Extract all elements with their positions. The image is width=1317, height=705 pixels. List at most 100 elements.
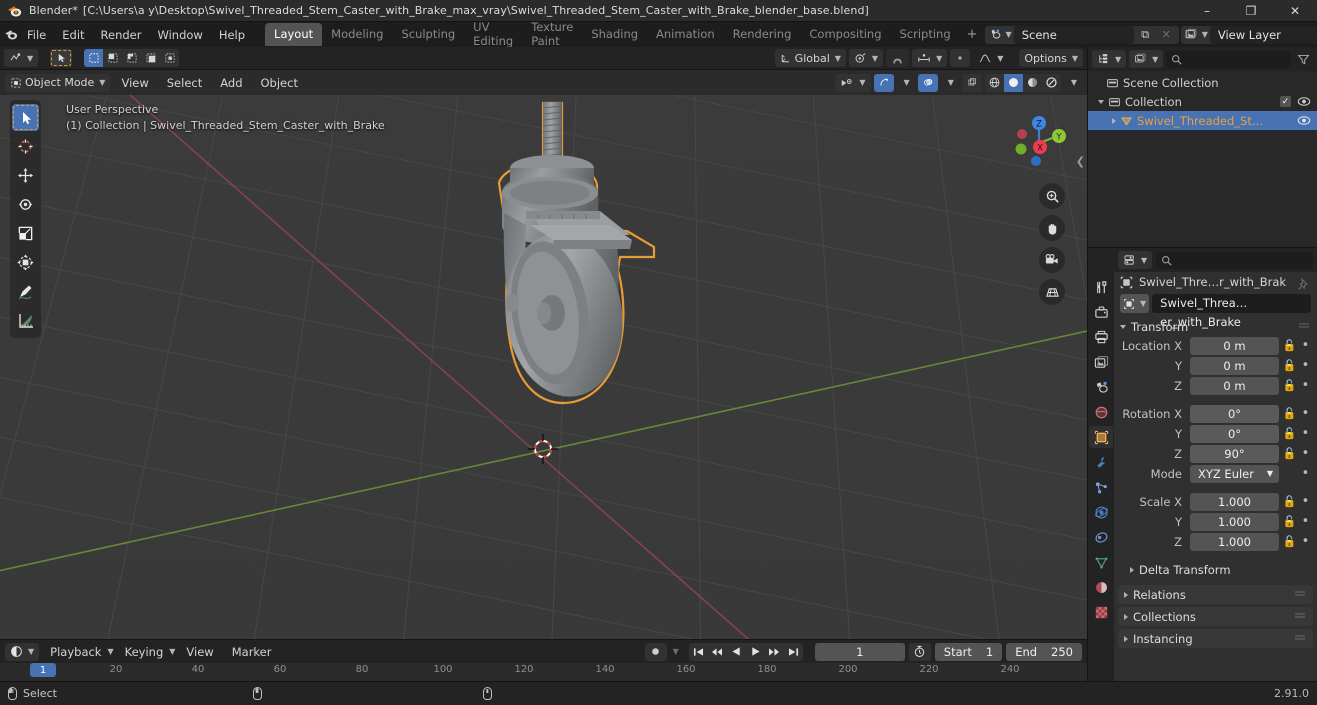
expand-triangle-icon[interactable] xyxy=(1124,613,1128,620)
scale-x-field[interactable]: 1.000 xyxy=(1190,492,1279,511)
expand-triangle-icon[interactable] xyxy=(1124,635,1128,642)
timeline-menu-view[interactable]: View xyxy=(179,643,220,661)
camera-view-icon[interactable] xyxy=(1039,247,1065,273)
expand-triangle-icon[interactable] xyxy=(1124,591,1128,598)
rotation-mode-dropdown[interactable]: XYZ Euler ▼ xyxy=(1190,464,1279,483)
lock-open-icon[interactable]: 🔓 xyxy=(1283,495,1297,508)
timeline-transport-controls[interactable] xyxy=(688,642,803,661)
object-mode-selector[interactable]: Object Mode ▼ xyxy=(5,73,111,92)
expand-triangle-icon[interactable] xyxy=(1120,324,1126,329)
play-icon[interactable] xyxy=(746,643,765,661)
render-tab-icon[interactable] xyxy=(1089,301,1113,323)
location-x-field[interactable]: 0 m xyxy=(1190,336,1279,355)
blender-menu-icon[interactable] xyxy=(4,25,19,45)
material-tab-icon[interactable] xyxy=(1089,576,1113,598)
add-workspace-button[interactable]: + xyxy=(960,27,985,42)
object-type-selector[interactable]: ▼ xyxy=(1120,294,1150,313)
location-y-field[interactable]: 0 m xyxy=(1190,356,1279,375)
expand-triangle-icon[interactable] xyxy=(1112,117,1116,124)
lock-open-icon[interactable]: 🔓 xyxy=(1283,515,1297,528)
frame-end-field[interactable]: End 250 xyxy=(1006,642,1082,661)
overlay-options-selector[interactable]: ▼ xyxy=(941,74,959,92)
view-layer-name[interactable]: View Layer xyxy=(1209,25,1317,44)
tool-transform[interactable] xyxy=(12,249,39,276)
properties-editor-type-selector[interactable]: ▼ xyxy=(1118,251,1153,269)
texture-tab-icon[interactable] xyxy=(1089,601,1113,623)
menu-window[interactable]: Window xyxy=(149,25,210,45)
outliner-row-object[interactable]: Swivel_Threaded_St… xyxy=(1088,111,1317,130)
show-gizmo-toggle[interactable] xyxy=(873,73,894,92)
particles-tab-icon[interactable] xyxy=(1089,476,1113,498)
lock-open-icon[interactable]: 🔓 xyxy=(1283,427,1297,440)
workspace-tab-scripting[interactable]: Scripting xyxy=(891,23,960,46)
viewport-navigation-gizmo[interactable]: Z Y X xyxy=(1006,107,1072,173)
lock-open-icon[interactable]: 🔓 xyxy=(1283,359,1297,372)
viewport-menu-view[interactable]: View xyxy=(114,74,155,92)
xray-toggle[interactable] xyxy=(961,73,982,92)
workspace-tab-sculpting[interactable]: Sculpting xyxy=(392,23,464,46)
panel-header-instancing[interactable]: Instancing xyxy=(1118,629,1313,648)
proportional-falloff-selector[interactable]: ▼ xyxy=(973,49,1008,67)
animate-property-dot[interactable]: • xyxy=(1300,427,1311,440)
timeline-editor-type-selector[interactable]: ▼ xyxy=(5,642,40,661)
rotation-y-field[interactable]: 0° xyxy=(1190,424,1279,443)
object-tab-icon[interactable] xyxy=(1089,426,1113,448)
jump-end-icon[interactable] xyxy=(784,643,803,661)
material-preview-shading-icon[interactable] xyxy=(1023,74,1042,92)
scene-tab-icon[interactable] xyxy=(1089,376,1113,398)
menu-edit[interactable]: Edit xyxy=(54,25,92,45)
lock-open-icon[interactable]: 🔓 xyxy=(1283,447,1297,460)
play-reverse-icon[interactable] xyxy=(727,643,746,661)
animate-property-dot[interactable]: • xyxy=(1300,495,1311,508)
new-scene-button[interactable]: ⧉ xyxy=(1135,25,1155,44)
close-button[interactable]: ✕ xyxy=(1273,0,1317,22)
sidebar-collapse-arrow[interactable]: ❮ xyxy=(1076,155,1085,168)
object-name-field[interactable]: Swivel_Threa…er_with_Brake xyxy=(1152,294,1311,329)
eye-visibility-icon[interactable] xyxy=(1297,96,1311,107)
remove-scene-button[interactable]: ✕ xyxy=(1157,26,1176,44)
proportional-editing-toggle[interactable] xyxy=(950,49,971,67)
current-frame-field[interactable]: 1 xyxy=(814,642,905,661)
pin-icon[interactable] xyxy=(1297,277,1311,290)
tool-rotate[interactable] xyxy=(12,191,39,218)
scene-dropdown-arrow[interactable]: ▼ xyxy=(1006,30,1012,39)
outliner-row-scene-collection[interactable]: Scene Collection xyxy=(1088,73,1317,92)
outliner-search-input[interactable] xyxy=(1166,50,1291,68)
select-extend-icon[interactable] xyxy=(103,49,122,67)
viewport-menu-add[interactable]: Add xyxy=(213,74,249,92)
animate-property-dot[interactable]: • xyxy=(1300,515,1311,528)
workspace-tab-shading[interactable]: Shading xyxy=(582,23,647,46)
workspace-tab-layout[interactable]: Layout xyxy=(265,23,323,46)
ortho-persp-icon[interactable] xyxy=(1039,279,1065,305)
panel-header-collections[interactable]: Collections xyxy=(1118,607,1313,626)
rotation-x-field[interactable]: 0° xyxy=(1190,404,1279,423)
jump-start-icon[interactable] xyxy=(689,643,708,661)
tool-annotate[interactable] xyxy=(12,278,39,305)
select-mode-group[interactable] xyxy=(84,49,180,67)
shading-options-selector[interactable]: ▼ xyxy=(1064,74,1082,92)
menu-render[interactable]: Render xyxy=(93,25,150,45)
timeline-menu-playback[interactable]: Playback xyxy=(43,643,108,661)
animate-property-dot[interactable]: • xyxy=(1300,467,1311,480)
scale-y-field[interactable]: 1.000 xyxy=(1190,512,1279,531)
menu-file[interactable]: File xyxy=(19,25,54,45)
hand-pan-icon[interactable] xyxy=(1039,215,1065,241)
world-tab-icon[interactable] xyxy=(1089,401,1113,423)
select-invert-icon[interactable] xyxy=(141,49,160,67)
workspace-tab-modeling[interactable]: Modeling xyxy=(322,23,392,46)
workspace-tab-compositing[interactable]: Compositing xyxy=(800,23,890,46)
maximize-button[interactable]: ❐ xyxy=(1229,0,1273,22)
timeline-menu-marker[interactable]: Marker xyxy=(225,643,279,661)
panel-header-relations[interactable]: Relations xyxy=(1118,585,1313,604)
rotation-z-field[interactable]: 90° xyxy=(1190,444,1279,463)
lock-open-icon[interactable]: 🔓 xyxy=(1283,535,1297,548)
timeline-playhead[interactable]: 1 xyxy=(30,663,56,677)
wireframe-shading-icon[interactable] xyxy=(985,74,1004,92)
visibility-selector[interactable]: ▼ xyxy=(835,73,871,92)
location-z-field[interactable]: 0 m xyxy=(1190,376,1279,395)
object-data-tab-icon[interactable] xyxy=(1089,551,1113,573)
scene-selector[interactable]: ▼ Scene ⧉ ✕ xyxy=(984,25,1179,44)
auto-keying-toggle[interactable] xyxy=(644,642,667,661)
modifier-tab-icon[interactable] xyxy=(1089,451,1113,473)
lock-open-icon[interactable]: 🔓 xyxy=(1283,407,1297,420)
